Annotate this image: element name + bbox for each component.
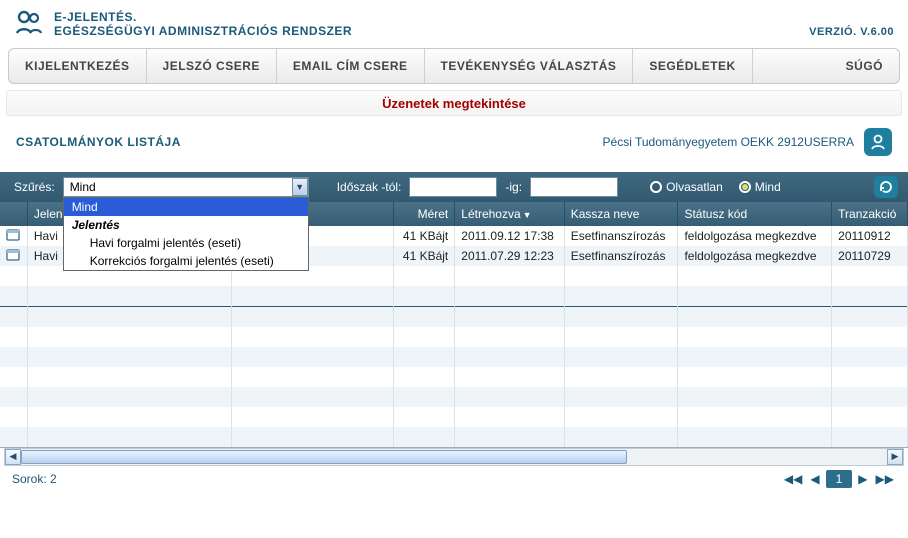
scroll-thumb[interactable] — [21, 450, 627, 464]
cell-transaction: 20110912 — [832, 226, 908, 246]
col-created[interactable]: Létrehozva▼ — [455, 202, 564, 226]
subheader-row: CSATOLMÁNYOK LISTÁJA Pécsi Tudományegyet… — [0, 116, 908, 160]
menu-guides[interactable]: SEGÉDLETEK — [633, 49, 752, 83]
pager-first-icon[interactable]: ◀◀ — [782, 472, 804, 486]
filter-dropdown-panel: Mind Jelentés Havi forgalmi jelentés (es… — [63, 197, 309, 271]
period-from-label: Időszak -tól: — [337, 180, 402, 194]
filter-option-all[interactable]: Mind — [64, 198, 308, 216]
menu-email-change[interactable]: EMAIL CÍM CSERE — [277, 49, 425, 83]
rows-count-label: Sorok: 2 — [12, 472, 57, 486]
cell-created: 2011.09.12 17:38 — [455, 226, 564, 246]
col-transaction[interactable]: Tranzakció — [832, 202, 908, 226]
scroll-track[interactable] — [21, 449, 887, 465]
cell-transaction: 20110729 — [832, 246, 908, 266]
pager-prev-icon[interactable]: ◀ — [808, 472, 821, 486]
filter-option-correction[interactable]: Korrekciós forgalmi jelentés (eseti) — [64, 252, 308, 270]
table-row-empty — [0, 286, 908, 306]
period-to-input[interactable] — [530, 177, 618, 197]
filter-option-monthly[interactable]: Havi forgalmi jelentés (eseti) — [64, 234, 308, 252]
page-title-bar: Üzenetek megtekintése — [6, 90, 902, 116]
pager-last-icon[interactable]: ▶▶ — [874, 472, 896, 486]
period-to-label: -ig: — [505, 180, 522, 194]
cell-cash-name: Esetfinanszírozás — [564, 226, 678, 246]
radio-unread[interactable]: Olvasatlan — [650, 180, 723, 194]
menu-help[interactable]: SÚGÓ — [830, 49, 899, 83]
table-row-empty — [0, 427, 908, 447]
version-label: VERZIÓ. V.6.00 — [809, 26, 894, 42]
pager-current-page: 1 — [826, 470, 853, 488]
radio-unread-label: Olvasatlan — [666, 180, 723, 194]
radio-icon — [650, 181, 662, 193]
app-title-line2: EGÉSZSÉGÜGYI ADMINISZTRÁCIÓS RENDSZER — [54, 24, 809, 38]
col-status[interactable]: Státusz kód — [678, 202, 832, 226]
filter-bar: Szűrés: Mind ▼ Mind Jelentés Havi forgal… — [0, 172, 908, 202]
refresh-icon — [878, 179, 894, 195]
people-icon — [14, 9, 44, 40]
table-row-empty — [0, 347, 908, 367]
cell-status: feldolgozása megkezdve — [678, 226, 832, 246]
user-badge-icon[interactable] — [864, 128, 892, 156]
table-row-empty — [0, 367, 908, 387]
table-row-empty — [0, 307, 908, 327]
scroll-right-icon[interactable]: ▶ — [887, 449, 903, 465]
menu-password-change[interactable]: JELSZÓ CSERE — [147, 49, 277, 83]
cell-size: 41 KBájt — [394, 246, 455, 266]
page-title: Üzenetek megtekintése — [382, 96, 526, 111]
sort-desc-icon: ▼ — [523, 210, 532, 220]
col-size[interactable]: Méret — [394, 202, 455, 226]
refresh-button[interactable] — [874, 176, 898, 198]
app-header: E-JELENTÉS. EGÉSZSÉGÜGYI ADMINISZTRÁCIÓS… — [0, 0, 908, 44]
org-name: Pécsi Tudományegyetem OEKK 2912USERRA — [603, 135, 854, 149]
cell-status: feldolgozása megkezdve — [678, 246, 832, 266]
filter-select[interactable]: Mind ▼ Mind Jelentés Havi forgalmi jelen… — [63, 177, 309, 197]
pager-next-icon[interactable]: ▶ — [856, 472, 869, 486]
cell-size: 41 KBájt — [394, 226, 455, 246]
pager: ◀◀ ◀ 1 ▶ ▶▶ — [782, 470, 896, 488]
cell-created: 2011.07.29 12:23 — [455, 246, 564, 266]
col-cash-name[interactable]: Kassza neve — [564, 202, 678, 226]
filter-label: Szűrés: — [14, 180, 55, 194]
radio-all[interactable]: Mind — [739, 180, 781, 194]
scroll-left-icon[interactable]: ◀ — [5, 449, 21, 465]
menu-logout[interactable]: KIJELENTKEZÉS — [9, 49, 147, 83]
filter-select-value: Mind — [70, 180, 96, 194]
radio-all-label: Mind — [755, 180, 781, 194]
row-open-icon[interactable] — [0, 246, 27, 266]
horizontal-scrollbar[interactable]: ◀ ▶ — [4, 448, 904, 466]
section-title: CSATOLMÁNYOK LISTÁJA — [16, 135, 603, 149]
radio-icon — [739, 181, 751, 193]
col-icon — [0, 202, 27, 226]
row-open-icon[interactable] — [0, 226, 27, 246]
menu-spacer — [753, 49, 830, 83]
menu-activity-select[interactable]: TEVÉKENYSÉG VÁLASZTÁS — [425, 49, 634, 83]
period-from-input[interactable] — [409, 177, 497, 197]
chevron-down-icon[interactable]: ▼ — [292, 178, 308, 196]
table-row-empty — [0, 407, 908, 427]
table-row-empty — [0, 387, 908, 407]
table-footer: Sorok: 2 ◀◀ ◀ 1 ▶ ▶▶ — [0, 466, 908, 492]
main-menubar: KIJELENTKEZÉS JELSZÓ CSERE EMAIL CÍM CSE… — [8, 48, 900, 84]
app-title: E-JELENTÉS. EGÉSZSÉGÜGYI ADMINISZTRÁCIÓS… — [54, 10, 809, 38]
filter-option-heading-report[interactable]: Jelentés — [64, 216, 308, 234]
app-title-line1: E-JELENTÉS. — [54, 10, 809, 24]
filter-select-display[interactable]: Mind — [63, 177, 309, 197]
table-row-empty — [0, 327, 908, 347]
cell-cash-name: Esetfinanszírozás — [564, 246, 678, 266]
